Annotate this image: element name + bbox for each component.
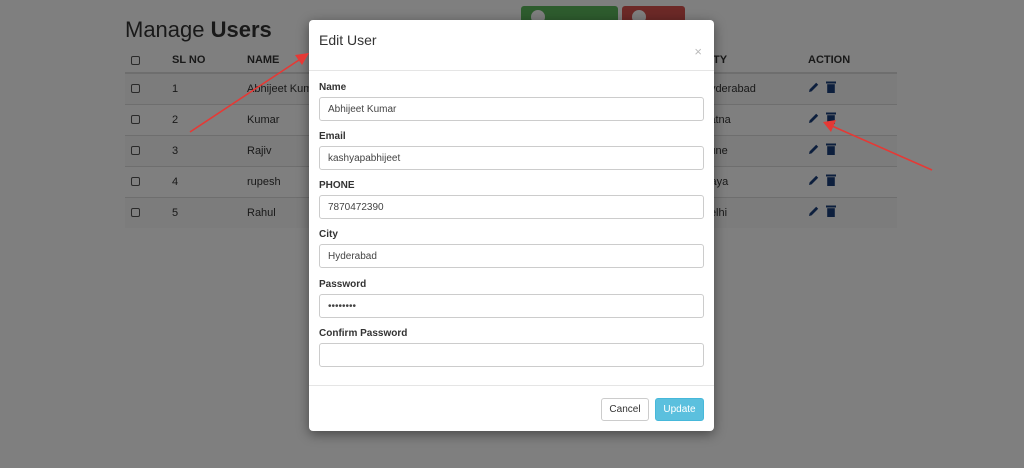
phone-label: PHONE: [319, 180, 355, 191]
password-input[interactable]: [319, 294, 704, 318]
email-label: Email: [319, 131, 346, 142]
phone-input[interactable]: [319, 195, 704, 219]
confirm-password-input[interactable]: [319, 343, 704, 367]
name-label: Name: [319, 82, 347, 93]
city-label: City: [319, 229, 338, 240]
city-input[interactable]: [319, 244, 704, 268]
update-button[interactable]: Update: [655, 398, 704, 421]
modal-header: Edit User ×: [309, 20, 714, 71]
name-input[interactable]: [319, 97, 704, 121]
modal-title: Edit User: [319, 32, 377, 48]
confirm-password-label: Confirm Password: [319, 328, 408, 339]
edit-user-modal: Edit User × Name Email PHONE City Passwo…: [309, 20, 714, 431]
cancel-button[interactable]: Cancel: [601, 398, 649, 421]
password-label: Password: [319, 279, 367, 290]
modal-body: Name Email PHONE City Password Confirm P…: [309, 72, 714, 385]
modal-footer: Cancel Update: [309, 385, 714, 431]
close-icon[interactable]: ×: [694, 45, 702, 58]
email-input[interactable]: [319, 146, 704, 170]
